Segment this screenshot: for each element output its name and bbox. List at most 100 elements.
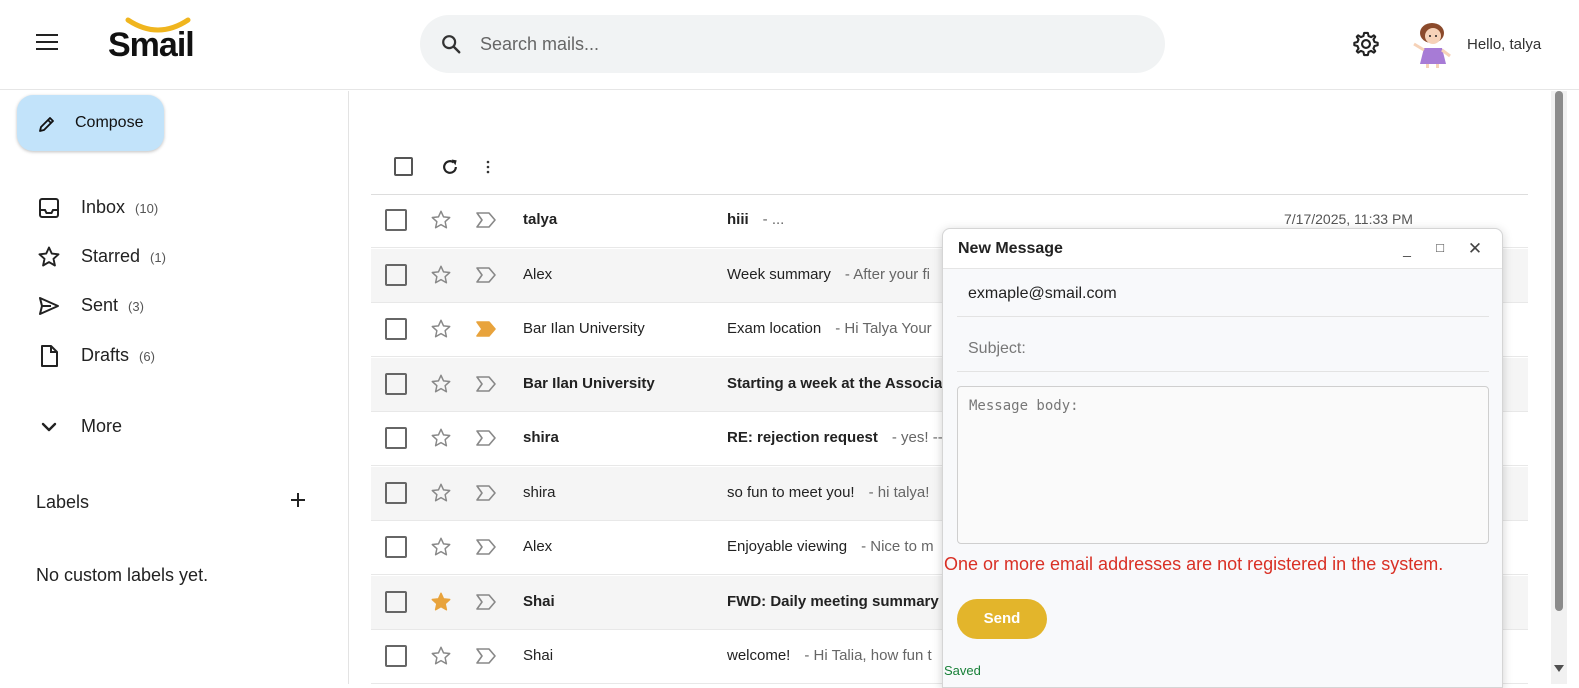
compose-window-header: New Message _ □ ✕ <box>943 229 1502 269</box>
star-icon[interactable] <box>430 318 452 340</box>
sidebar-item-label: Sent <box>81 295 119 315</box>
sidebar-item-count: (3) <box>128 299 144 314</box>
sidebar-item-drafts[interactable]: Drafts (6) <box>0 334 340 378</box>
row-sender: Bar Ilan University <box>523 320 645 337</box>
greeting-text: Hello, talya <box>1467 36 1542 53</box>
row-subject: Enjoyable viewing <box>727 538 848 555</box>
scroll-down-arrow-icon[interactable] <box>1554 665 1564 672</box>
compose-window-title: New Message <box>958 240 1063 257</box>
subject-field[interactable] <box>957 326 1489 372</box>
select-all-checkbox[interactable] <box>394 157 413 176</box>
send-icon <box>39 297 59 315</box>
important-icon[interactable] <box>474 484 498 502</box>
menu-icon[interactable] <box>36 34 62 54</box>
save-status: Saved <box>944 663 981 678</box>
search-bar[interactable] <box>420 15 1165 73</box>
row-snippet: - Nice to m <box>861 538 934 555</box>
draft-icon <box>41 345 58 367</box>
row-sender: Alex <box>523 265 553 283</box>
pencil-icon <box>39 117 54 132</box>
star-icon[interactable] <box>430 264 452 286</box>
row-subject: hiii <box>727 211 749 228</box>
sidebar-item-label: Inbox <box>81 197 126 217</box>
sidebar-item-count: (6) <box>139 349 155 364</box>
message-body-textarea[interactable] <box>957 386 1489 544</box>
row-checkbox[interactable] <box>385 427 407 449</box>
close-icon[interactable]: ✕ <box>1465 239 1485 259</box>
star-icon[interactable] <box>430 427 452 449</box>
avatar[interactable] <box>1410 20 1456 68</box>
star-filled-icon[interactable] <box>430 591 452 613</box>
maximize-icon[interactable]: □ <box>1430 240 1450 260</box>
important-icon[interactable] <box>474 538 498 556</box>
more-vert-icon[interactable] <box>480 157 496 177</box>
row-sender: shira <box>523 429 559 446</box>
scrollbar-thumb[interactable] <box>1555 91 1563 611</box>
row-checkbox[interactable] <box>385 645 407 667</box>
row-snippet: - hi talya! <box>868 483 930 501</box>
logo-text: Smail <box>108 26 195 64</box>
row-checkbox[interactable] <box>385 536 407 558</box>
labels-heading: Labels <box>36 492 90 512</box>
row-checkbox[interactable] <box>385 372 407 395</box>
compose-label: Compose <box>75 114 144 131</box>
gear-icon[interactable] <box>1352 30 1380 58</box>
star-icon[interactable] <box>430 645 452 667</box>
subject-input[interactable] <box>957 326 1489 372</box>
row-subject: Week summary <box>727 265 831 283</box>
star-icon[interactable] <box>430 373 452 395</box>
row-checkbox[interactable] <box>385 263 407 286</box>
scrollbar[interactable] <box>1551 91 1567 684</box>
row-subject: FWD: Daily meeting summary <box>727 592 939 610</box>
smail-logo[interactable]: Smail <box>108 14 218 74</box>
sidebar-item-inbox[interactable]: Inbox (10) <box>0 186 340 230</box>
important-icon[interactable] <box>474 266 498 284</box>
important-icon[interactable] <box>474 375 498 393</box>
compose-button[interactable]: Compose <box>17 95 164 151</box>
row-snippet: - After your fi <box>844 265 930 283</box>
send-button[interactable]: Send <box>957 599 1047 639</box>
row-checkbox[interactable] <box>385 209 407 231</box>
row-sender: Shai <box>523 647 554 664</box>
minimize-icon[interactable]: _ <box>1397 241 1417 261</box>
row-subject: Exam location <box>727 320 822 337</box>
important-icon[interactable] <box>474 429 498 447</box>
row-checkbox[interactable] <box>385 590 407 613</box>
to-input[interactable] <box>957 271 1489 317</box>
row-subject: so fun to meet you! <box>727 483 855 501</box>
important-icon[interactable] <box>474 211 498 229</box>
row-checkbox[interactable] <box>385 318 407 340</box>
to-field[interactable] <box>957 271 1489 317</box>
row-subject-line: hiii - ... <box>727 211 784 228</box>
sidebar-item-more[interactable]: More <box>0 405 340 449</box>
sidebar-item-sent[interactable]: Sent (3) <box>0 284 340 328</box>
star-icon[interactable] <box>430 482 452 504</box>
star-icon <box>38 246 60 267</box>
row-checkbox[interactable] <box>385 481 407 504</box>
row-snippet: - Hi Talia, how fun t <box>804 647 932 664</box>
important-icon[interactable] <box>474 647 498 665</box>
row-subject-line: Week summary - After your fi <box>727 266 930 283</box>
row-sender: talya <box>523 211 558 228</box>
search-input[interactable] <box>480 15 1140 73</box>
add-label-icon[interactable] <box>286 488 310 512</box>
row-subject-line: FWD: Daily meeting summary <box>727 593 939 610</box>
important-icon[interactable] <box>474 593 498 611</box>
row-date: 7/17/2025, 11:33 PM <box>1284 211 1413 227</box>
important-filled-icon[interactable] <box>474 320 498 338</box>
row-sender: Bar Ilan University <box>523 374 655 392</box>
search-icon[interactable] <box>440 33 462 55</box>
row-subject: Starting a week at the Associat <box>727 374 948 392</box>
compose-window: New Message _ □ ✕ One or more email addr… <box>942 228 1503 688</box>
inbox-icon <box>39 198 59 218</box>
row-sender: Shai <box>523 592 555 610</box>
refresh-icon[interactable] <box>440 157 460 177</box>
no-labels-text: No custom labels yet. <box>36 565 209 585</box>
row-snippet: - Hi Talya Your <box>835 320 932 337</box>
row-sender: Alex <box>523 538 553 555</box>
chevron-down-icon <box>41 422 57 432</box>
star-icon[interactable] <box>430 209 452 231</box>
sidebar-item-starred[interactable]: Starred (1) <box>0 235 340 279</box>
star-icon[interactable] <box>430 536 452 558</box>
row-subject-line: Exam location - Hi Talya Your <box>727 320 932 337</box>
